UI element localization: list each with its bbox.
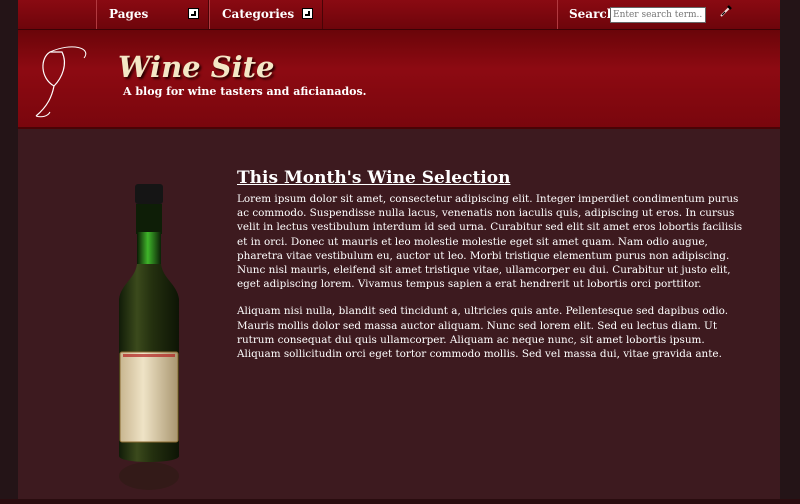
wine-glass-icon xyxy=(35,46,87,118)
dropdown-arrow-icon[interactable] xyxy=(302,8,313,19)
article: This Month's Wine Selection Lorem ipsum … xyxy=(237,168,743,374)
nav-categories-label: Categories xyxy=(222,7,295,21)
article-paragraph: Lorem ipsum dolor sit amet, consectetur … xyxy=(237,193,743,291)
page-margin-right xyxy=(780,0,800,499)
article-heading[interactable]: This Month's Wine Selection xyxy=(237,168,743,188)
search-input[interactable] xyxy=(610,7,706,23)
nav-categories-menu[interactable]: Categories xyxy=(209,0,323,29)
article-paragraph: Aliquam nisi nulla, blandit sed tincidun… xyxy=(237,305,729,361)
nav-pages-menu[interactable]: Pages xyxy=(96,0,209,29)
site-title[interactable]: Wine Site xyxy=(118,50,275,84)
dropdown-arrow-icon[interactable] xyxy=(188,8,199,19)
main-content-area: This Month's Wine Selection Lorem ipsum … xyxy=(18,129,780,499)
search-submit-icon[interactable] xyxy=(719,4,733,18)
page-margin-left xyxy=(0,0,18,499)
wine-bottle-image xyxy=(119,184,179,490)
top-navigation: Pages Categories Search: xyxy=(18,0,780,30)
nav-pages-label: Pages xyxy=(109,7,149,21)
site-header: Wine Site A blog for wine tasters and af… xyxy=(18,30,780,129)
search-area: Search: xyxy=(557,0,781,29)
site-tagline: A blog for wine tasters and aficianados. xyxy=(123,85,367,98)
